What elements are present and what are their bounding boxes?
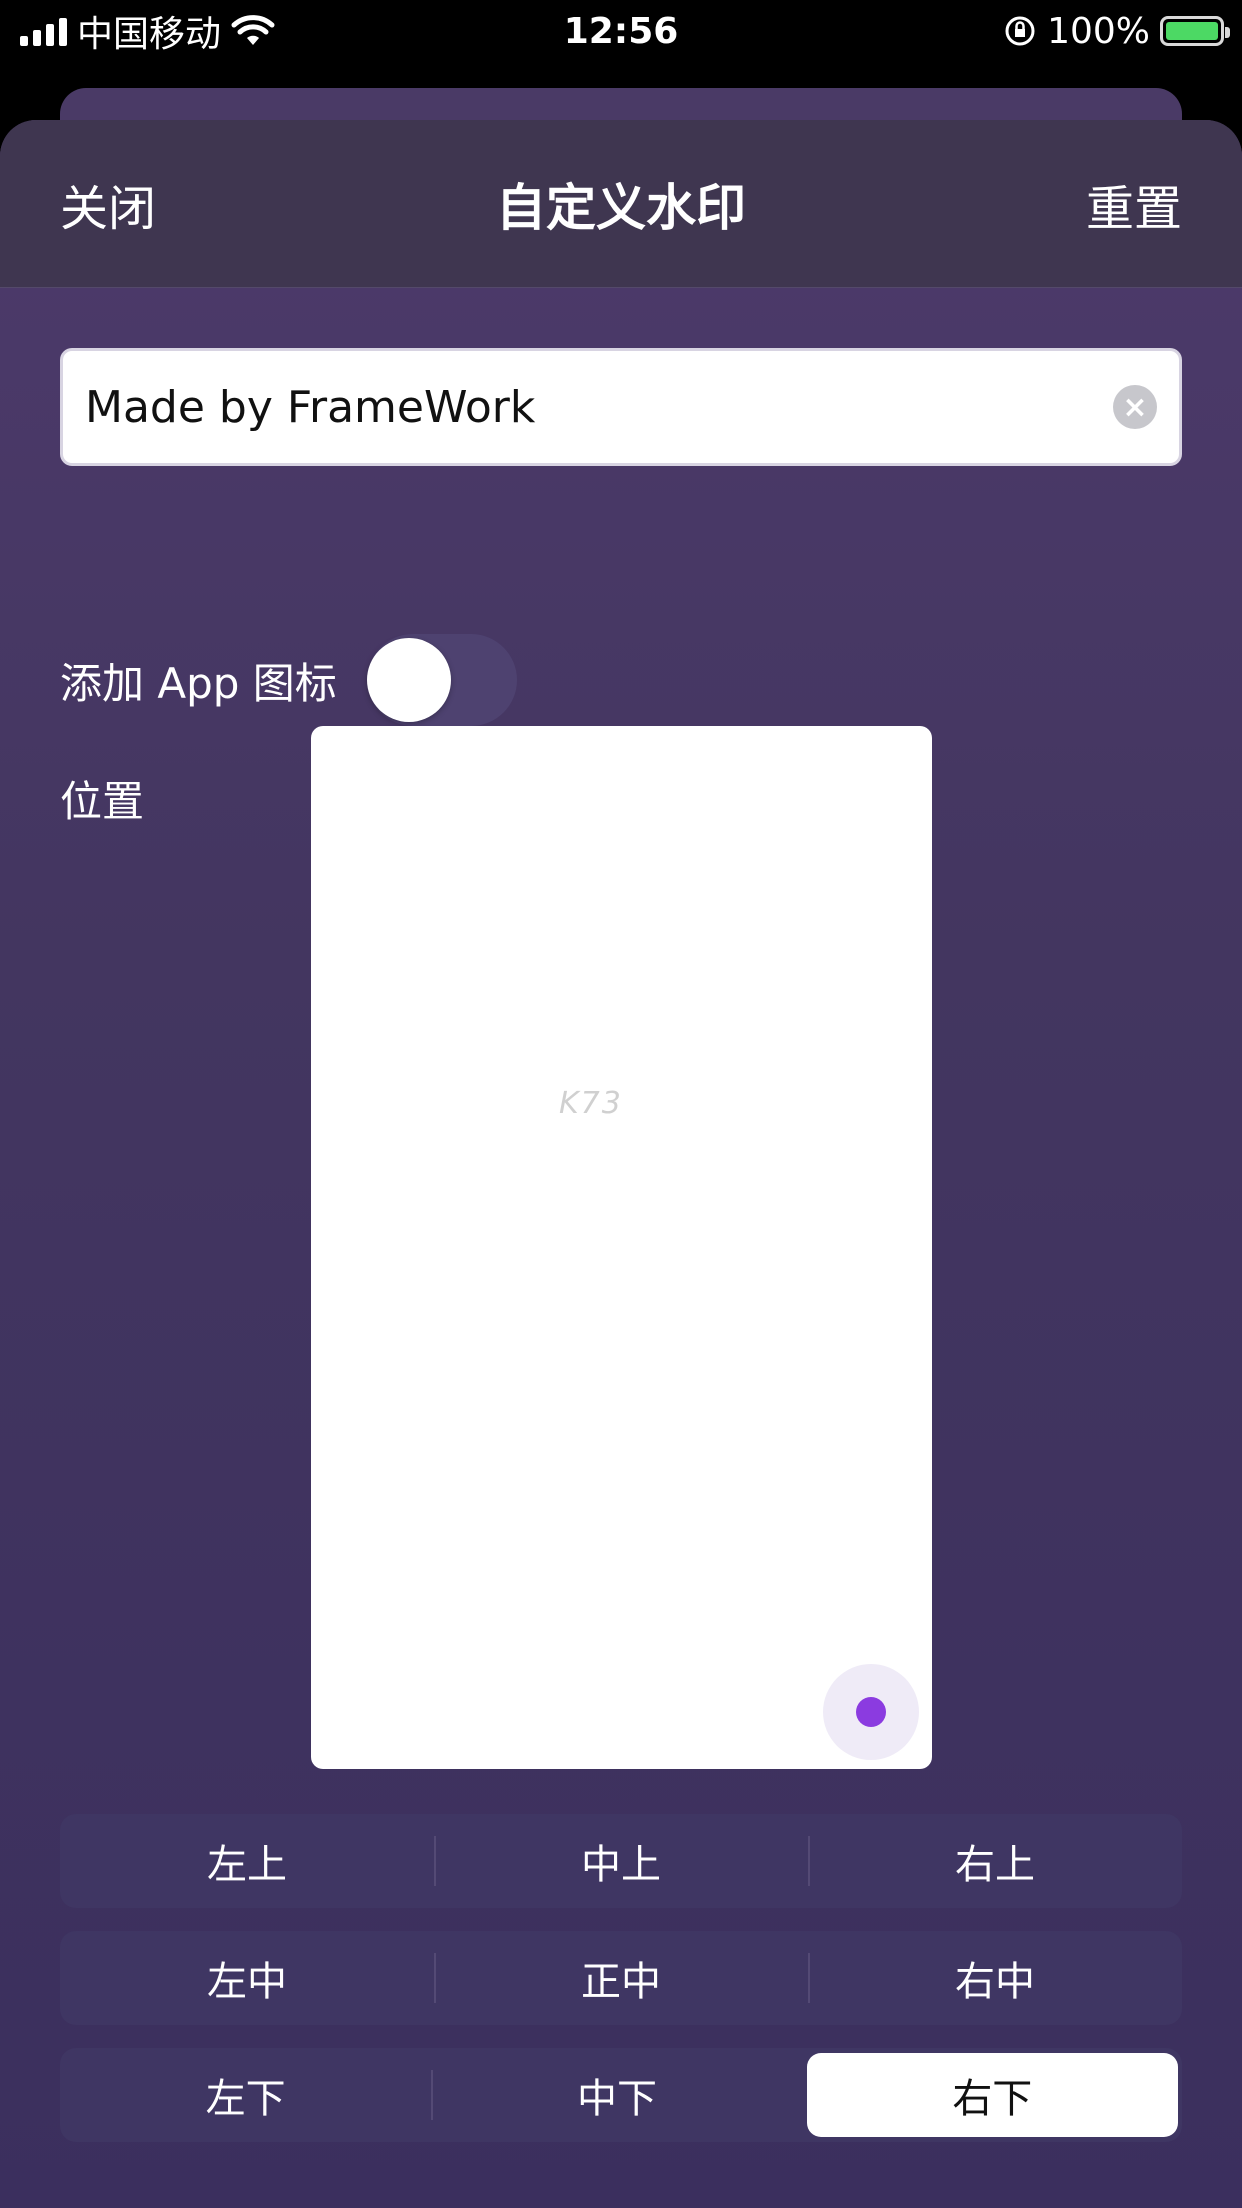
position-bottom-right[interactable]: 右下 (806, 2053, 1178, 2137)
position-marker[interactable] (823, 1664, 919, 1760)
reset-button[interactable]: 重置 (1086, 169, 1182, 239)
watermark-input[interactable] (85, 381, 1113, 433)
position-center[interactable]: 正中 (434, 1931, 808, 2025)
position-middle-right[interactable]: 右中 (808, 1931, 1182, 2025)
battery-icon (1160, 16, 1230, 46)
status-bar: 中国移动 12:56 100% (0, 0, 1242, 62)
status-right: 100% (1003, 10, 1230, 52)
position-top-right[interactable]: 右上 (808, 1814, 1182, 1908)
position-bottom-left[interactable]: 左下 (60, 2048, 431, 2142)
close-button[interactable]: 关闭 (60, 169, 156, 239)
carrier-label: 中国移动 (77, 14, 222, 55)
nav-bar: 关闭 自定义水印 重置 (0, 120, 1242, 288)
battery-fill (1166, 22, 1218, 40)
page-title: 自定义水印 (496, 178, 746, 237)
position-bottom-center[interactable]: 中下 (431, 2048, 802, 2142)
rotation-lock-icon (1005, 16, 1035, 46)
wifi-icon (231, 15, 275, 45)
status-left: 中国移动 (20, 5, 275, 57)
position-label: 位置 (60, 777, 145, 826)
position-row-top: 左上 中上 右上 (60, 1814, 1182, 1908)
screen: 中国移动 12:56 100% 关闭 自定义水印 重置 Made by Fram… (0, 0, 1242, 2208)
toggle-knob (366, 638, 451, 722)
battery-percent: 100% (1047, 10, 1150, 52)
app-icon-toggle-label: 添加 App 图标 (60, 658, 337, 708)
position-top-center[interactable]: 中上 (434, 1814, 808, 1908)
app-icon-toggle[interactable] (366, 634, 517, 726)
watermark-sheet: 关闭 自定义水印 重置 × 添加 App 图标 位置 K73 左上 中上 右上 (0, 120, 1242, 2208)
signal-icon (20, 16, 67, 46)
position-top-left[interactable]: 左上 (60, 1814, 434, 1908)
preview-watermark-logo: K73 (559, 1086, 623, 1121)
position-preview: K73 (311, 726, 932, 1769)
position-row-bottom: 左下 中下 右下 (60, 2048, 1182, 2142)
position-middle-left[interactable]: 左中 (60, 1931, 434, 2025)
app-icon-row: 添加 App 图标 (60, 632, 517, 728)
clear-icon[interactable]: × (1113, 385, 1157, 429)
position-row-middle: 左中 正中 右中 (60, 1931, 1182, 2025)
position-marker-dot (856, 1697, 886, 1727)
watermark-text-field[interactable]: × (60, 348, 1182, 466)
